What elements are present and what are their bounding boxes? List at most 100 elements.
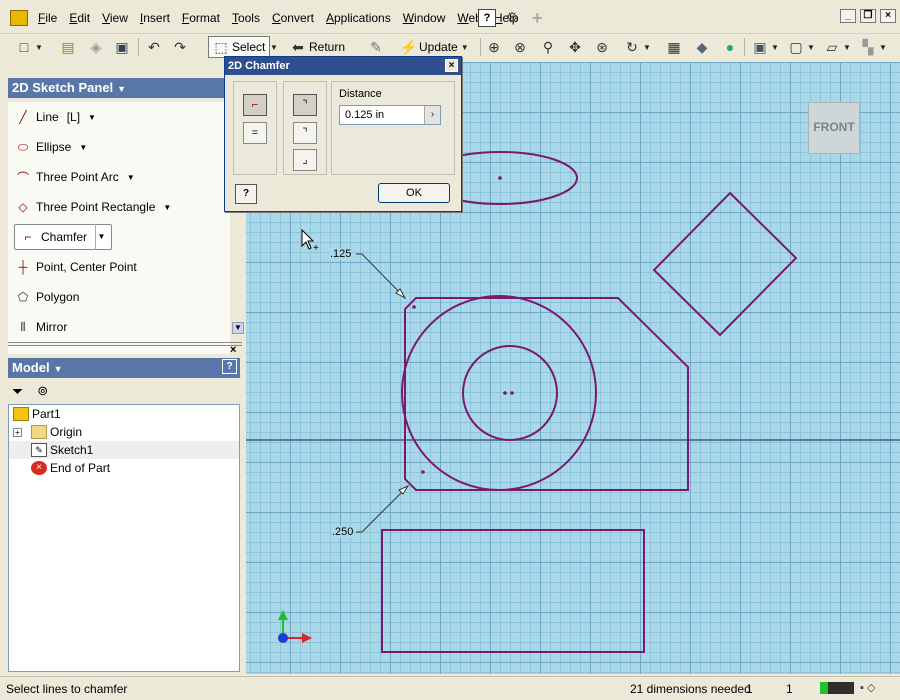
chevron-down-icon[interactable]: ▼ xyxy=(117,84,126,94)
view-cube-button[interactable]: ▣ ▼ xyxy=(752,36,779,58)
chevron-down-icon[interactable]: ▼ xyxy=(127,173,135,182)
find-binoculars-icon[interactable]: ⊚ xyxy=(37,383,48,399)
sketch-rectangle[interactable] xyxy=(381,529,645,653)
look-at-button[interactable]: ▦ xyxy=(666,36,682,58)
more-button[interactable]: ▚ ▼ xyxy=(860,36,887,58)
zoom-button[interactable]: ⚲ xyxy=(540,36,556,58)
tool-chamfer[interactable]: ⌐ Chamfer ▼ xyxy=(8,222,230,252)
render-button[interactable]: ● xyxy=(722,36,738,58)
orbit-button[interactable]: ↻ ▼ xyxy=(624,36,651,58)
menu-applications[interactable]: Applications xyxy=(320,10,397,26)
menu-file[interactable]: File xyxy=(32,10,63,26)
save-button[interactable]: ▣ xyxy=(114,36,130,58)
distance-angle-button[interactable]: ⌟ xyxy=(293,149,317,171)
shadow-button[interactable]: ▱ ▼ xyxy=(824,36,851,58)
chamfer-point[interactable] xyxy=(412,305,416,309)
help-icon[interactable]: ? xyxy=(235,184,257,204)
ok-button[interactable]: OK xyxy=(378,183,450,203)
menu-format[interactable]: Format xyxy=(176,10,226,26)
update-bolt-icon: ⚡ xyxy=(400,39,418,55)
panel-splitter[interactable] xyxy=(8,342,242,346)
center-point[interactable] xyxy=(503,391,507,395)
sketch-panel-header[interactable]: 2D Sketch Panel ▼ xyxy=(8,78,240,98)
sketch-small-circle[interactable] xyxy=(462,345,558,441)
tool-ellipse[interactable]: ⬭ Ellipse ▼ xyxy=(8,132,230,162)
tool-chamfer-box[interactable]: ⌐ Chamfer ▼ xyxy=(14,224,113,250)
sketch-large-circle[interactable] xyxy=(401,295,597,491)
open-button[interactable]: ▤ xyxy=(60,36,76,58)
tool-polygon[interactable]: ⬠ Polygon xyxy=(8,282,230,312)
minimize-icon[interactable]: _ xyxy=(840,9,856,23)
select-button[interactable]: ⬚ Select xyxy=(208,36,271,58)
chevron-down-icon[interactable]: ▼ xyxy=(88,113,96,122)
memory-meter-fill xyxy=(820,682,828,694)
scroll-down-arrow-icon[interactable]: ▼ xyxy=(232,322,244,334)
zoom-all-button[interactable]: ⊕ xyxy=(486,36,502,58)
chevron-down-icon[interactable]: ▼ xyxy=(54,364,63,374)
chevron-down-icon[interactable]: ▼ xyxy=(163,203,171,212)
equal-distance-button[interactable]: ⌝ xyxy=(293,94,317,116)
menu-window[interactable]: Window xyxy=(397,10,452,26)
sketch-diamond[interactable] xyxy=(652,191,798,337)
close-icon[interactable]: × xyxy=(230,344,236,356)
new-button[interactable]: □ ▼ xyxy=(16,36,43,58)
display-mode-button[interactable]: ◆ xyxy=(694,36,710,58)
arc-icon: ⌒ xyxy=(16,170,29,185)
chevron-right-icon[interactable]: › xyxy=(424,106,440,124)
sketch-profile[interactable] xyxy=(404,297,689,491)
dimension-bottom-label[interactable]: .250 xyxy=(332,526,354,538)
tree-item-end-of-part[interactable]: × End of Part xyxy=(9,459,239,477)
close-icon[interactable]: × xyxy=(445,59,458,72)
update-button[interactable]: ⚡ Update ▼ xyxy=(400,36,469,58)
status-bar: Select lines to chamfer 21 dimensions ne… xyxy=(0,676,900,700)
view-cube[interactable]: FRONT xyxy=(808,102,860,154)
tool-point[interactable]: ┼ Point, Center Point xyxy=(8,252,230,282)
menu-convert[interactable]: Convert xyxy=(266,10,320,26)
model-panel-header[interactable]: Model ▼ xyxy=(8,358,240,378)
restore-icon[interactable]: ❐ xyxy=(860,9,876,23)
sketch-icon: ✎ xyxy=(370,39,382,55)
tool-line[interactable]: ╱ Line [L] ▼ xyxy=(8,102,230,132)
tool-rectangle[interactable]: ◇ Three Point Rectangle ▼ xyxy=(8,192,230,222)
menu-edit[interactable]: Edit xyxy=(63,10,96,26)
pan-button[interactable]: ✥ xyxy=(567,36,583,58)
zoom-window-button[interactable]: ⊗ xyxy=(512,36,528,58)
equal-button[interactable]: = xyxy=(243,122,267,144)
expand-icon[interactable]: + xyxy=(13,427,22,437)
chamfer-point[interactable] xyxy=(421,470,425,474)
close-icon[interactable]: × xyxy=(880,9,896,23)
tool-arc[interactable]: ⌒ Three Point Arc ▼ xyxy=(8,162,230,192)
tool-point-label: Point, Center Point xyxy=(36,260,137,274)
project-button[interactable]: ◈ xyxy=(88,36,104,58)
dialog-title-bar[interactable]: 2D Chamfer × xyxy=(225,57,461,75)
filter-icon[interactable]: ⏷ xyxy=(12,383,23,400)
undo-button[interactable]: ↶ xyxy=(146,36,162,58)
chevron-down-icon[interactable]: ▼ xyxy=(95,224,107,250)
menu-tools[interactable]: Tools xyxy=(226,10,266,26)
extension-icon[interactable]: ⚙ xyxy=(503,9,521,27)
center-point[interactable] xyxy=(510,391,514,395)
zoom-selected-button[interactable]: ⊛ xyxy=(594,36,610,58)
menu-insert[interactable]: Insert xyxy=(134,10,176,26)
menu-view[interactable]: View xyxy=(96,10,134,26)
redo-button[interactable]: ↷ xyxy=(172,36,188,58)
tool-mirror[interactable]: ⫴ Mirror xyxy=(8,312,230,342)
dimension-leader xyxy=(361,485,409,533)
help-icon[interactable]: ? xyxy=(222,359,237,374)
create-dimensions-button[interactable]: ⌐ xyxy=(243,94,267,116)
center-point[interactable] xyxy=(498,176,502,180)
two-distances-button[interactable]: ⌝ xyxy=(293,122,317,144)
chevron-down-icon[interactable]: ▼ xyxy=(35,43,43,52)
chevron-down-icon[interactable]: ▼ xyxy=(79,143,87,152)
select-dropdown[interactable]: ▼ xyxy=(270,36,278,58)
tree-item-part[interactable]: Part1 xyxy=(9,405,239,423)
whats-this-help-icon[interactable]: ? xyxy=(478,9,496,27)
app-icon[interactable] xyxy=(10,10,28,26)
tree-item-origin[interactable]: + Origin xyxy=(9,423,239,441)
tree-item-sketch[interactable]: ✎ Sketch1 xyxy=(9,441,239,459)
sketch-button[interactable]: ✎ xyxy=(368,36,384,58)
dimension-top-label[interactable]: .125 xyxy=(330,248,352,260)
chamfer-corner-icon: ⌐ xyxy=(251,99,259,111)
projection-button[interactable]: ▢ ▼ xyxy=(788,36,815,58)
return-button[interactable]: ⬅ Return xyxy=(290,36,345,58)
